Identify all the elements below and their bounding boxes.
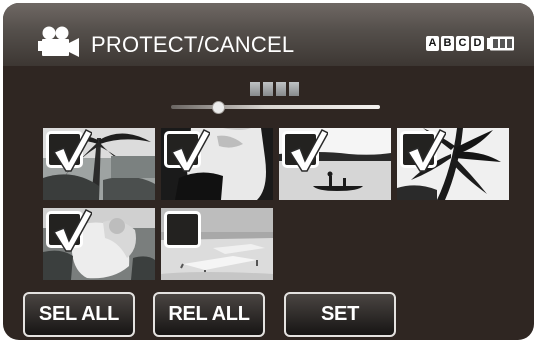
scroll-bar[interactable] [171, 105, 380, 109]
checkmark-icon [406, 129, 446, 172]
battery-icon [487, 36, 514, 51]
battery-letter-b: B [441, 36, 454, 51]
checkmark-icon [288, 129, 328, 172]
release-all-button[interactable]: REL ALL [153, 292, 265, 337]
page-indicator [250, 82, 302, 96]
page-title: PROTECT/CANCEL [91, 32, 295, 57]
page-block [276, 82, 286, 96]
checkbox[interactable] [46, 209, 92, 252]
thumbnail-canoe[interactable] [279, 128, 391, 200]
thumbnail-beach-chairs[interactable] [161, 208, 273, 280]
select-all-button[interactable]: SEL ALL [23, 292, 135, 337]
thumbnail-wedding[interactable] [43, 208, 155, 280]
checkbox[interactable] [164, 211, 201, 248]
checkbox[interactable] [164, 129, 210, 172]
checkmark-icon [52, 129, 92, 172]
page-block [250, 82, 260, 96]
thumbnail-person[interactable] [161, 128, 273, 200]
battery-indicator: A B C D [426, 34, 515, 53]
checkbox[interactable] [46, 129, 92, 172]
title-bar: PROTECT/CANCEL A B C D [3, 3, 534, 66]
checkbox[interactable] [282, 129, 328, 172]
video-camera-icon [38, 26, 79, 57]
checkmark-icon [170, 129, 210, 172]
lcd-screen: PROTECT/CANCEL A B C D SEL ALL REL ALL S… [3, 3, 534, 340]
battery-letter-d: D [471, 36, 484, 51]
set-button[interactable]: SET [284, 292, 396, 337]
battery-letter-a: A [426, 36, 439, 51]
page-block [289, 82, 299, 96]
thumbnail-palm-tree[interactable] [43, 128, 155, 200]
checkmark-icon [52, 209, 92, 252]
battery-letter-c: C [456, 36, 469, 51]
scroll-handle[interactable] [212, 101, 225, 114]
checkbox[interactable] [400, 129, 446, 172]
thumbnail-palm-leaves[interactable] [397, 128, 509, 200]
page-block [263, 82, 273, 96]
